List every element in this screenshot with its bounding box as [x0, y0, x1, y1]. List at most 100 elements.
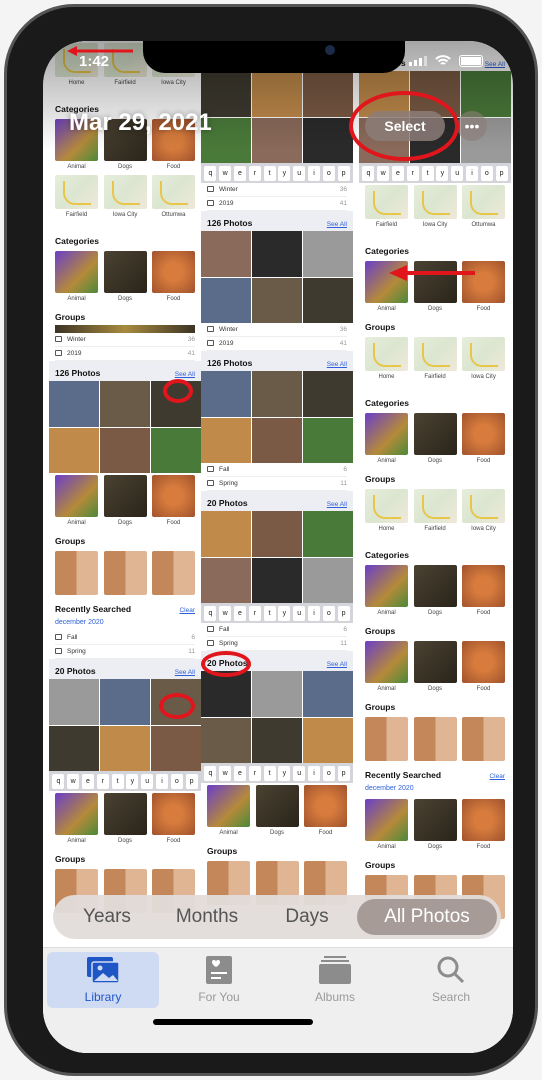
thumbnail-tile[interactable]: Fairfield: [365, 185, 408, 239]
keyboard-key[interactable]: y: [126, 773, 139, 789]
photo-thumbnail[interactable]: [201, 671, 251, 717]
photo-thumbnail[interactable]: [100, 725, 150, 771]
thumbnail-tile[interactable]: Food: [152, 251, 195, 305]
segment-years[interactable]: Years: [57, 899, 157, 935]
thumbnail-tile[interactable]: Dogs: [103, 793, 147, 847]
list-item[interactable]: Winter 36: [207, 183, 347, 197]
keyboard-key[interactable]: t: [263, 165, 276, 181]
keyboard-key[interactable]: y: [278, 165, 291, 181]
thumbnail-tile[interactable]: Animal: [207, 785, 250, 839]
group-thumbnail[interactable]: [413, 717, 457, 761]
segment-all-photos[interactable]: All Photos: [357, 899, 497, 935]
thumbnail-tile[interactable]: Iowa City: [413, 185, 457, 239]
keyboard-key[interactable]: i: [307, 605, 320, 621]
thumbnail-tile[interactable]: Home: [365, 337, 408, 391]
list-item[interactable]: 2019 41: [207, 197, 347, 211]
keyboard-key[interactable]: p: [337, 165, 350, 181]
photo-thumbnail[interactable]: [49, 427, 99, 473]
photo-thumbnail[interactable]: [201, 717, 251, 763]
list-item[interactable]: Winter 36: [207, 323, 347, 337]
tab-search[interactable]: Search: [395, 952, 507, 1008]
photo-thumbnail[interactable]: [201, 371, 251, 417]
thumbnail-tile[interactable]: Animal: [55, 251, 98, 305]
thumbnail-tile[interactable]: Iowa City: [462, 337, 505, 391]
keyboard-key[interactable]: u: [451, 165, 464, 181]
photo-thumbnail[interactable]: [49, 725, 99, 771]
section-link[interactable]: See All: [327, 221, 347, 228]
thumbnail-tile[interactable]: Food: [462, 799, 505, 853]
segment-months[interactable]: Months: [157, 899, 257, 935]
section-link[interactable]: See All: [327, 661, 347, 668]
thumbnail-tile[interactable]: Food: [152, 475, 195, 529]
recent-search-item[interactable]: december 2020: [49, 617, 201, 631]
thumbnail-tile[interactable]: Ottumwa: [152, 175, 195, 229]
keyboard-key[interactable]: q: [204, 165, 217, 181]
thumbnail-tile[interactable]: Fairfield: [55, 175, 98, 229]
photo-thumbnail[interactable]: [303, 671, 353, 717]
keyboard-key[interactable]: o: [480, 165, 493, 181]
recent-search-item[interactable]: december 2020: [359, 783, 511, 797]
photo-thumbnail[interactable]: [100, 427, 150, 473]
section-link[interactable]: See All: [175, 669, 195, 676]
group-thumbnail[interactable]: [55, 551, 98, 595]
list-item[interactable]: Fall 6: [207, 463, 347, 477]
list-item[interactable]: Spring 11: [207, 477, 347, 491]
keyboard-key[interactable]: r: [96, 773, 109, 789]
photo-thumbnail[interactable]: [252, 417, 302, 463]
photo-thumbnail[interactable]: [49, 679, 99, 725]
list-item[interactable]: Spring 11: [55, 645, 195, 659]
photo-thumbnail[interactable]: [303, 717, 353, 763]
keyboard-key[interactable]: q: [52, 773, 65, 789]
section-link[interactable]: Clear: [179, 607, 195, 614]
more-button[interactable]: •••: [457, 111, 487, 141]
photo-thumbnail[interactable]: [252, 717, 302, 763]
keyboard-key[interactable]: t: [421, 165, 434, 181]
keyboard-key[interactable]: w: [67, 773, 80, 789]
section-link[interactable]: See All: [175, 371, 195, 378]
thumbnail-tile[interactable]: Dogs: [413, 641, 457, 695]
photo-thumbnail[interactable]: [252, 511, 302, 557]
photo-thumbnail[interactable]: [201, 277, 251, 323]
keyboard-key[interactable]: i: [307, 765, 320, 781]
list-item[interactable]: Winter 36: [55, 333, 195, 347]
thumbnail-tile[interactable]: Food: [462, 641, 505, 695]
keyboard-key[interactable]: r: [248, 765, 261, 781]
keyboard-key[interactable]: u: [141, 773, 154, 789]
group-thumbnail[interactable]: [103, 551, 147, 595]
group-thumbnail[interactable]: [365, 717, 408, 761]
photo-thumbnail[interactable]: [252, 371, 302, 417]
keyboard-key[interactable]: o: [322, 765, 335, 781]
keyboard-key[interactable]: r: [248, 605, 261, 621]
photo-thumbnail[interactable]: [100, 679, 150, 725]
segment-days[interactable]: Days: [257, 899, 357, 935]
keyboard-key[interactable]: y: [436, 165, 449, 181]
section-link[interactable]: Clear: [489, 773, 505, 780]
keyboard-key[interactable]: p: [495, 165, 508, 181]
thumbnail-tile[interactable]: Food: [462, 413, 505, 467]
keyboard-key[interactable]: q: [204, 765, 217, 781]
section-link[interactable]: See All: [327, 361, 347, 368]
thumbnail-tile[interactable]: Animal: [365, 413, 408, 467]
keyboard-key[interactable]: u: [293, 605, 306, 621]
keyboard-key[interactable]: w: [219, 165, 232, 181]
keyboard-key[interactable]: r: [248, 165, 261, 181]
list-item[interactable]: 2019 41: [207, 337, 347, 351]
photo-thumbnail[interactable]: [201, 511, 251, 557]
keyboard-key[interactable]: i: [465, 165, 478, 181]
thumbnail-tile[interactable]: Food: [152, 793, 195, 847]
keyboard-key[interactable]: i: [155, 773, 168, 789]
keyboard-key[interactable]: w: [219, 605, 232, 621]
photo-thumbnail[interactable]: [303, 511, 353, 557]
keyboard-key[interactable]: q: [204, 605, 217, 621]
photo-thumbnail[interactable]: [100, 381, 150, 427]
keyboard-key[interactable]: o: [170, 773, 183, 789]
photo-thumbnail[interactable]: [201, 417, 251, 463]
photo-thumbnail[interactable]: [151, 427, 201, 473]
list-item[interactable]: Fall 6: [207, 623, 347, 637]
group-thumbnail[interactable]: [462, 717, 505, 761]
tab-library[interactable]: Library: [47, 952, 159, 1008]
keyboard-key[interactable]: o: [322, 605, 335, 621]
thumbnail-tile[interactable]: Animal: [55, 475, 98, 529]
photo-thumbnail[interactable]: [201, 557, 251, 603]
section-link[interactable]: See All: [327, 501, 347, 508]
